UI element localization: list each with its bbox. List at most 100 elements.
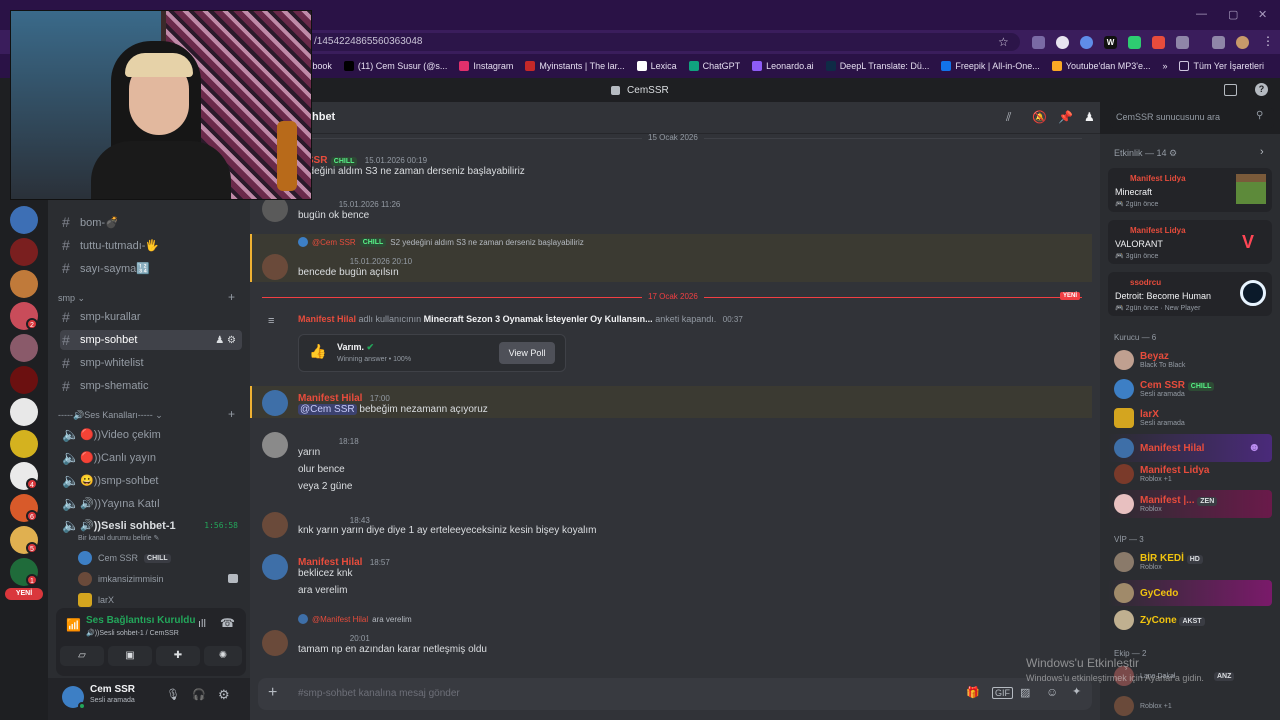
extension-icon-2[interactable]: [1056, 36, 1069, 49]
voice-channel-video[interactable]: 🔈 🔴))Video çekim: [60, 424, 242, 444]
headphones-icon[interactable]: 🎧: [192, 688, 206, 701]
member-item[interactable]: Cem SSR CHILL Sesli aramada: [1114, 379, 1215, 399]
server-icon-kill[interactable]: [10, 238, 38, 266]
activity-card[interactable]: Manifest Lidya VALORANT 🎮 3gün önce V: [1108, 220, 1272, 264]
address-bar[interactable]: /1454224865560363048: [300, 33, 1020, 51]
message-author[interactable]: [298, 256, 342, 267]
screen-share-button[interactable]: ▣: [108, 646, 152, 666]
channel-smp-whitelist[interactable]: # smp-whitelist: [60, 353, 242, 373]
bookmark-item[interactable]: Myinstants | The lar...: [519, 61, 630, 71]
user-name[interactable]: Cem SSR: [90, 684, 135, 695]
message-author[interactable]: Manifest Hilal: [298, 393, 362, 404]
inbox-icon[interactable]: [1224, 84, 1237, 96]
minimize-icon[interactable]: —: [1196, 8, 1207, 20]
pin-icon[interactable]: 📌: [1058, 110, 1073, 124]
avatar[interactable]: [262, 390, 288, 416]
voice-user[interactable]: larX: [78, 593, 114, 607]
disconnect-icon[interactable]: ☎: [220, 616, 235, 630]
server-icon-1[interactable]: [10, 206, 38, 234]
bookmark-item[interactable]: DeepL Translate: Dü...: [820, 61, 936, 71]
member-item[interactable]: BİR KEDİ HD Roblox: [1114, 552, 1203, 572]
server-icon-3[interactable]: [10, 270, 38, 298]
user-mention[interactable]: @Cem SSR: [298, 404, 357, 415]
more-bookmarks-icon[interactable]: »: [1156, 61, 1173, 71]
bookmark-item[interactable]: (11) Cem Susur (@s...: [338, 61, 454, 71]
extension-icon-4[interactable]: W: [1104, 36, 1117, 49]
voice-channel-sesli[interactable]: 🔈 🔊))Sesli sohbet-1 1:56:58: [60, 515, 242, 535]
member-item[interactable]: ZyCone AKST: [1114, 610, 1205, 630]
search-box[interactable]: CemSSR sunucusunu ara ⚲: [1110, 108, 1274, 128]
noise-icon[interactable]: ıll: [198, 618, 206, 630]
avatar[interactable]: [262, 630, 288, 656]
all-bookmarks-folder[interactable]: Tüm Yer İşaretleri: [1173, 61, 1270, 71]
bookmark-item[interactable]: Freepik | All-in-One...: [935, 61, 1045, 71]
poll-user[interactable]: Manifest Hilal: [298, 314, 356, 324]
voice-channel-canli[interactable]: 🔈 🔴))Canlı yayın: [60, 447, 242, 467]
bookmark-star-icon[interactable]: ☆: [998, 35, 1009, 49]
reply-preview[interactable]: @Cem SSR CHILL S2 yedeğini aldım S3 ne z…: [298, 237, 584, 247]
member-item[interactable]: Manifest |... ZEN Roblox: [1114, 494, 1218, 514]
microphone-icon[interactable]: 🎙: [166, 688, 180, 701]
member-item[interactable]: Manifest Hilal: [1114, 438, 1204, 458]
voice-user[interactable]: Cem SSR CHILL: [78, 551, 171, 565]
extension-icon-6[interactable]: [1152, 36, 1165, 49]
reading-list-icon[interactable]: [1212, 36, 1225, 49]
add-voice-channel-icon[interactable]: +: [228, 407, 235, 421]
profile-avatar[interactable]: [1236, 36, 1249, 49]
mute-notifications-icon[interactable]: 🔕: [1032, 110, 1047, 124]
add-attachment-icon[interactable]: +: [268, 684, 277, 702]
server-icon-7[interactable]: [10, 398, 38, 426]
server-icon-5[interactable]: [10, 334, 38, 362]
soundboard-button[interactable]: ✺: [204, 646, 242, 666]
connection-title[interactable]: Ses Bağlantısı Kuruldu: [86, 615, 195, 626]
message-author[interactable]: [298, 633, 342, 644]
activities-button[interactable]: ✚: [156, 646, 200, 666]
avatar[interactable]: [262, 432, 288, 458]
avatar[interactable]: [262, 554, 288, 580]
member-item[interactable]: GyCedo: [1114, 583, 1178, 603]
avatar[interactable]: [262, 512, 288, 538]
maximize-icon[interactable]: ▢: [1228, 8, 1238, 21]
message-composer[interactable]: + #smp-sohbet kanalına mesaj gönder 🎁 GI…: [258, 678, 1092, 710]
chevron-right-icon[interactable]: ›: [1260, 146, 1264, 158]
extension-icon-1[interactable]: [1032, 36, 1045, 49]
bookmark-item[interactable]: ChatGPT: [683, 61, 747, 71]
activity-card[interactable]: Manifest Lidya Minecraft 🎮 2gün önce: [1108, 168, 1272, 212]
member-item[interactable]: larX Sesli aramada: [1114, 408, 1185, 428]
server-icon-6[interactable]: [10, 366, 38, 394]
help-icon[interactable]: ?: [1255, 83, 1268, 96]
browser-menu-icon[interactable]: ⋮: [1262, 34, 1274, 48]
category-smp[interactable]: smp ⌄: [58, 293, 85, 304]
view-poll-button[interactable]: View Poll: [499, 342, 555, 364]
avatar[interactable]: [262, 254, 288, 280]
bookmark-item[interactable]: Youtube'dan MP3'e...: [1046, 61, 1157, 71]
member-item[interactable]: Beyaz Black To Black: [1114, 350, 1185, 370]
channel-tuttu-tutmadi[interactable]: # tuttu-tutmadı-🖐: [60, 235, 242, 255]
message-author[interactable]: [298, 436, 331, 447]
apps-icon[interactable]: ✦: [1072, 685, 1081, 698]
threads-icon[interactable]: ⫽: [1006, 110, 1011, 125]
voice-user[interactable]: imkansizimmisin: [78, 572, 164, 586]
category-voice[interactable]: -----🔊Ses Kanalları----- ⌄: [58, 410, 163, 421]
message-author[interactable]: Manifest Hilal: [298, 557, 362, 568]
member-item[interactable]: Manifest Lidya Roblox +1: [1114, 464, 1209, 484]
member-list-icon[interactable]: ♟: [1084, 110, 1095, 124]
activity-title[interactable]: Etkinlik — 14 ⚙: [1114, 148, 1177, 159]
channel-bom[interactable]: # bom-💣: [60, 212, 242, 232]
channel-smp-shematic[interactable]: # smp-shematic: [60, 376, 242, 396]
bookmark-item[interactable]: Instagram: [453, 61, 519, 71]
sticker-icon[interactable]: ▨: [1020, 686, 1030, 699]
bookmark-item[interactable]: Leonardo.ai: [746, 61, 820, 71]
close-window-icon[interactable]: ✕: [1258, 8, 1267, 21]
camera-button[interactable]: ▱: [60, 646, 104, 666]
poll-title[interactable]: Minecraft Sezon 3 Oynamak İsteyenler Oy …: [424, 314, 653, 324]
activity-card[interactable]: ssodrcu Detroit: Become Human 🎮 2gün önc…: [1108, 272, 1272, 316]
extension-icon-3[interactable]: [1080, 36, 1093, 49]
channel-smp-sohbet[interactable]: # smp-sohbet ♟ ⚙: [60, 330, 242, 350]
connection-sub[interactable]: 🔊))Sesli sohbet-1 / CemSSR: [86, 629, 179, 637]
settings-gear-icon[interactable]: ⚙: [218, 687, 230, 703]
channel-smp-kurallar[interactable]: # smp-kurallar: [60, 307, 242, 327]
gift-icon[interactable]: 🎁: [966, 686, 980, 699]
channel-sayi-sayma[interactable]: # sayı-sayma🔢: [60, 258, 242, 278]
voice-status[interactable]: Bir kanal durumu belirle ✎: [78, 534, 159, 542]
